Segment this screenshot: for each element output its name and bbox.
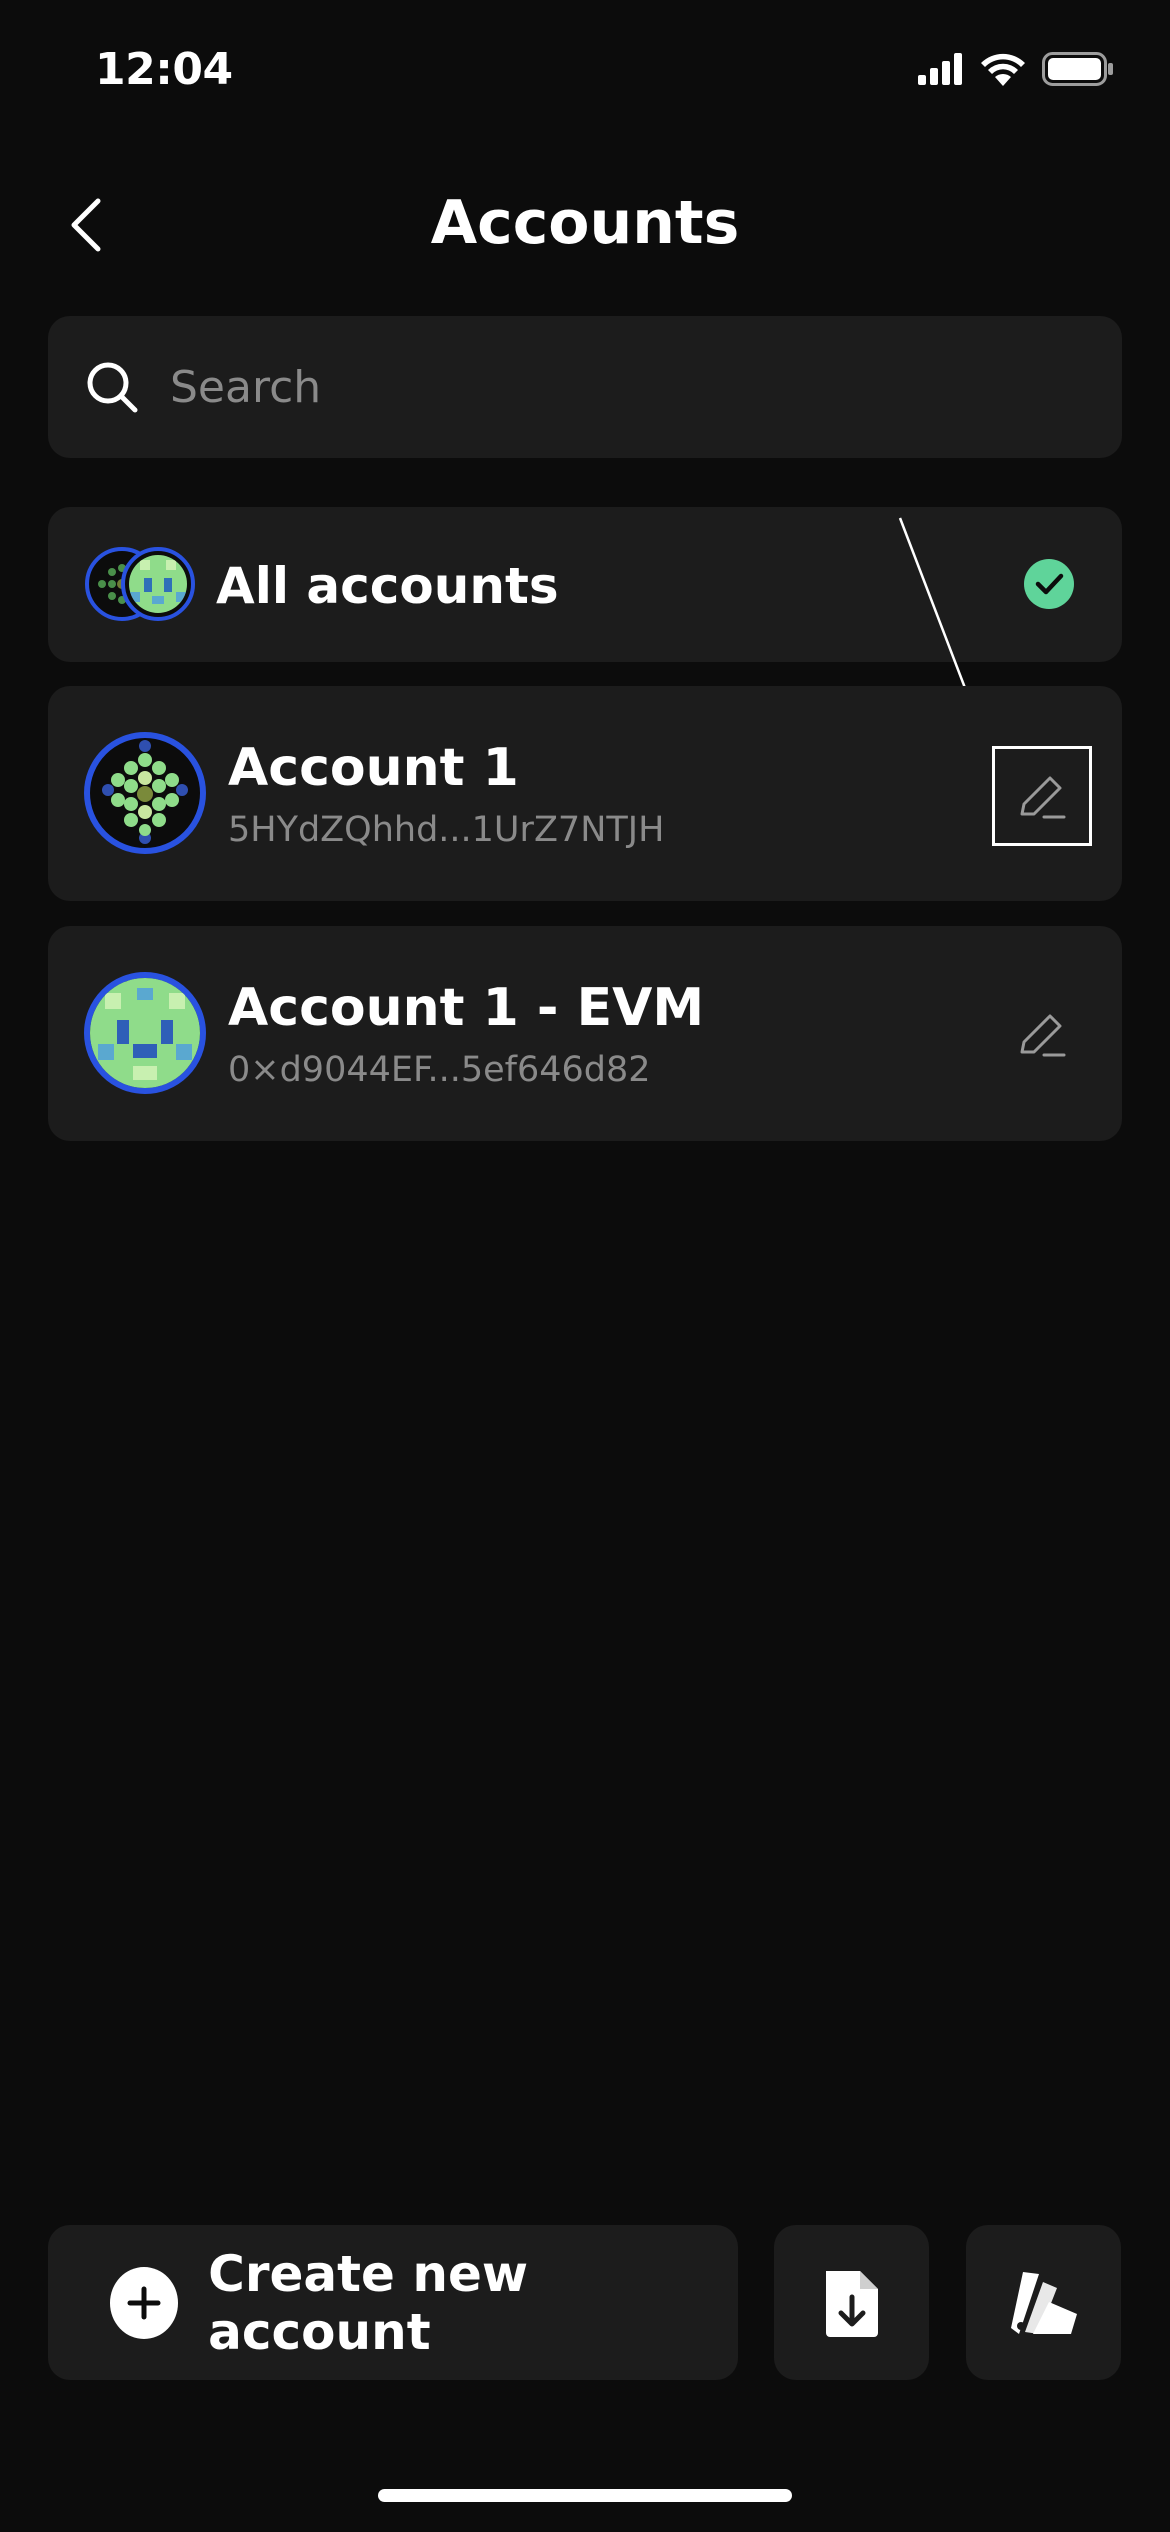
account-address: 0×d9044EF...5ef646d82	[228, 1050, 651, 1090]
account-item[interactable]: Account 1 - EVM 0×d9044EF...5ef646d82	[48, 926, 1122, 1141]
attach-account-button[interactable]	[966, 2225, 1121, 2380]
identicon-dots-icon	[102, 740, 188, 844]
edit-account-button[interactable]	[992, 746, 1092, 846]
wifi-icon	[981, 53, 1025, 86]
import-account-button[interactable]	[774, 2225, 929, 2380]
account-address: 5HYdZQhhd...1UrZ7NTJH	[228, 810, 665, 850]
status-time: 12:04	[95, 44, 233, 95]
signal-icon	[918, 53, 962, 85]
plus-circle-icon	[110, 2266, 179, 2339]
account-name: Account 1 - EVM	[228, 978, 705, 1038]
home-indicator	[378, 2489, 792, 2502]
identicon-pixel-icon	[90, 978, 200, 1088]
all-accounts-label: All accounts	[216, 557, 559, 615]
search-input[interactable]	[170, 316, 1122, 458]
avatar	[84, 972, 206, 1094]
create-account-label: Create new account	[208, 2244, 529, 2361]
avatar	[84, 732, 206, 854]
account-item[interactable]: Account 1 5HYdZQhhd...1UrZ7NTJH	[48, 686, 1122, 901]
battery-icon	[1042, 52, 1113, 86]
search-bar[interactable]	[48, 316, 1122, 458]
status-icons	[918, 52, 1114, 86]
swatch-icon	[1010, 2271, 1077, 2334]
file-download-icon	[825, 2270, 878, 2337]
edit-account-button[interactable]	[992, 984, 1092, 1084]
avatar-front-icon	[121, 547, 195, 621]
account-name: Account 1	[228, 738, 519, 798]
pencil-icon	[1020, 776, 1066, 819]
pencil-icon	[1020, 1014, 1066, 1057]
all-accounts-item[interactable]: All accounts	[48, 507, 1122, 662]
check-circle-icon	[1024, 559, 1074, 609]
all-accounts-avatar-stack	[84, 546, 195, 622]
search-icon	[87, 362, 138, 413]
page-title: Accounts	[430, 188, 740, 258]
create-account-button[interactable]: Create new account	[48, 2225, 738, 2380]
